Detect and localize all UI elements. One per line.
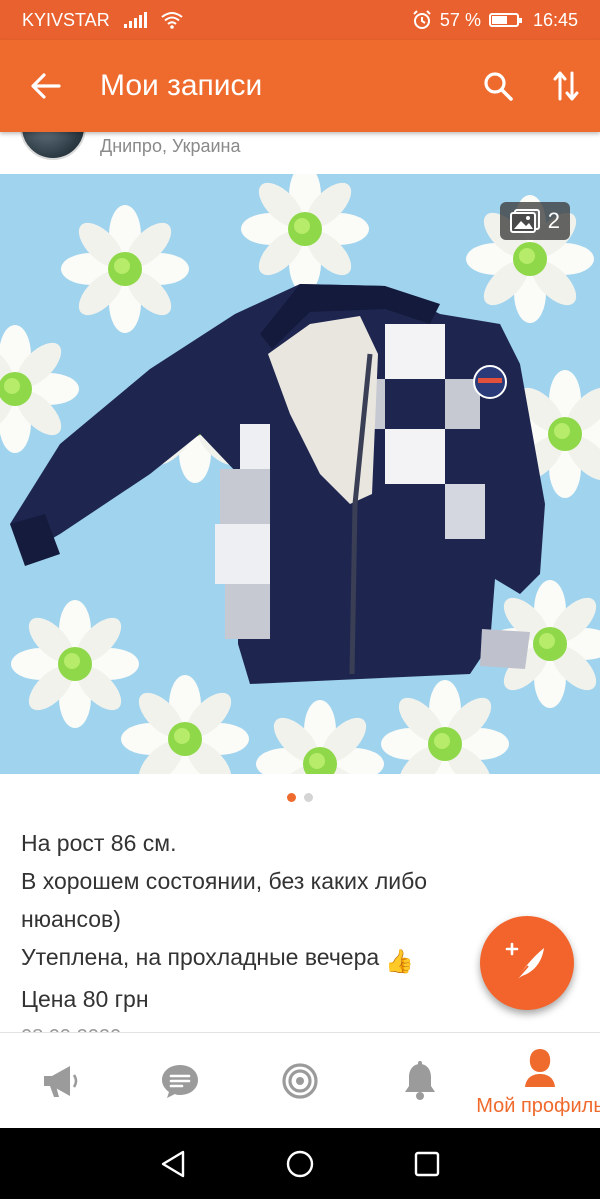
status-bar: KYIVSTAR 57 % 16:45 <box>0 0 600 40</box>
system-nav-bar <box>0 1128 600 1199</box>
pager-dot <box>287 793 296 802</box>
author-location: Днипро, Украина <box>100 136 241 156</box>
sort-button[interactable] <box>532 40 600 132</box>
post-line: Цена 80 грн <box>21 986 149 1012</box>
nav-item-messages[interactable] <box>120 1033 240 1128</box>
avatar[interactable] <box>20 132 86 160</box>
back-triangle-icon[interactable] <box>159 1149 187 1179</box>
post-line: В хорошем состоянии, без каких либо нюан… <box>21 868 428 932</box>
new-post-button[interactable] <box>480 916 574 1010</box>
profile-icon <box>525 1048 555 1087</box>
nav-item-profile[interactable]: Мой профиль <box>476 1033 600 1128</box>
post-text: На рост 86 см. В хорошем состоянии, без … <box>21 824 491 1018</box>
post-line-text: Утеплена, на прохладные вечера <box>21 944 380 970</box>
back-button[interactable] <box>0 40 92 132</box>
target-icon <box>282 1062 318 1099</box>
megaphone-icon <box>44 1065 78 1097</box>
wifi-icon <box>161 12 183 29</box>
post-author-row[interactable]: Днипро, Украина <box>0 132 600 174</box>
pager-dot <box>304 793 313 802</box>
alarm-icon <box>413 10 431 29</box>
jacket-photo <box>0 174 600 774</box>
post-line: Утеплена, на прохладные вечера 👍 <box>21 938 491 980</box>
search-icon <box>484 72 513 101</box>
feather-plus-icon <box>505 942 544 983</box>
search-button[interactable] <box>464 40 532 132</box>
photo-pager <box>0 793 600 802</box>
post-line: На рост 86 см. <box>21 830 177 856</box>
nav-item-ads[interactable] <box>0 1033 120 1128</box>
photo-count: 2 <box>547 208 560 233</box>
nav-item-discover[interactable] <box>240 1033 360 1128</box>
clock: 16:45 <box>532 9 578 30</box>
battery-percent: 57 % <box>439 9 481 30</box>
nav-item-label: Мой профиль <box>476 1095 600 1117</box>
arrow-back-icon <box>31 73 61 99</box>
bell-icon <box>405 1060 435 1100</box>
bottom-nav: Мой профиль <box>0 1032 600 1128</box>
photo-count-badge[interactable]: 2 <box>499 202 570 240</box>
app-bar: Мои записи <box>0 40 600 132</box>
thumbs-up-emoji: 👍 <box>385 948 414 974</box>
carrier-name: KYIVSTAR <box>22 9 110 30</box>
gallery-icon <box>509 209 540 233</box>
nav-item-notifications[interactable] <box>360 1033 480 1128</box>
signal-icon <box>123 12 147 28</box>
home-circle-icon[interactable] <box>285 1149 315 1179</box>
sort-icon <box>553 71 579 101</box>
post-photo[interactable]: 2 <box>0 174 600 774</box>
page-title: Мои записи <box>100 69 263 102</box>
chat-icon <box>162 1064 198 1098</box>
battery-icon <box>488 13 522 27</box>
recents-square-icon[interactable] <box>413 1150 441 1178</box>
